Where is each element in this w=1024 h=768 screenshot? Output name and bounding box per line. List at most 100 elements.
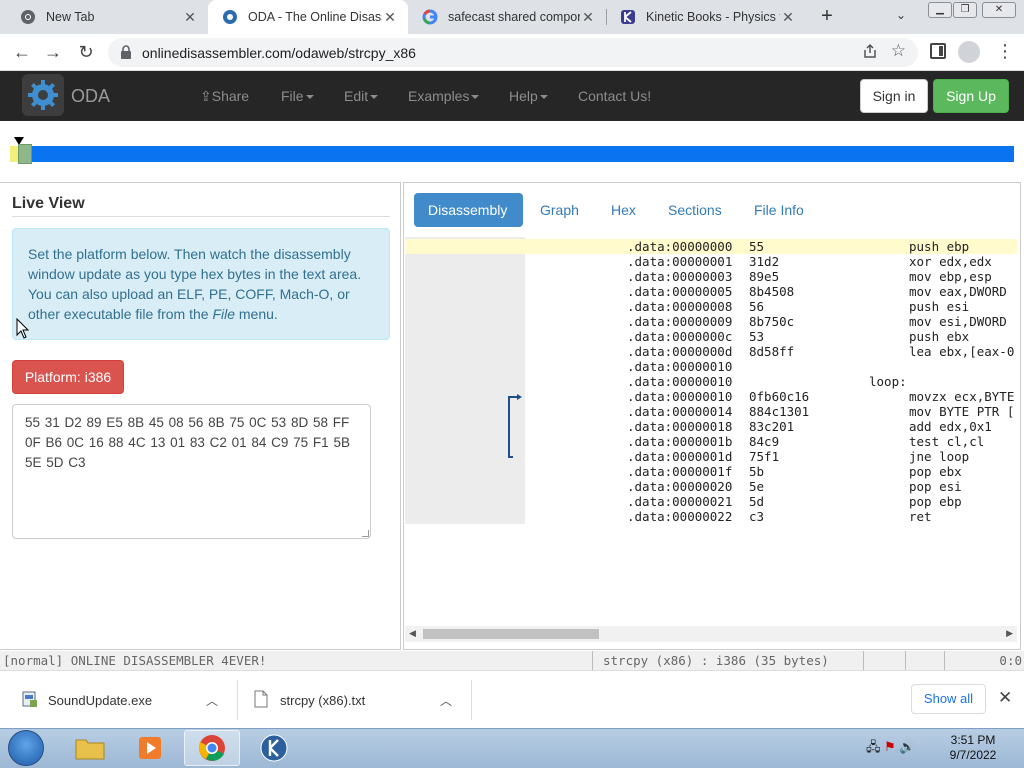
instruction-mnemonic: lea ebx,[eax-0 <box>909 344 1015 359</box>
oda-gear-icon <box>222 9 238 25</box>
disassembly-line[interactable]: .data:00000001 31d2 xor edx,edx <box>405 254 1017 269</box>
binary-position-bar[interactable] <box>10 146 1014 162</box>
close-icon[interactable]: ✕ <box>382 9 398 26</box>
scroll-right-arrow-icon[interactable]: ▶ <box>1006 628 1013 639</box>
action-center-flag-icon[interactable]: ⚑ <box>884 739 896 754</box>
hex-bytes-textarea[interactable]: 55 31 D2 89 E5 8B 45 08 56 8B 75 0C 53 8… <box>12 404 371 539</box>
oda-logo-gear-icon[interactable] <box>22 74 64 116</box>
system-clock[interactable]: 3:51 PM 9/7/2022 <box>940 733 1006 763</box>
caret-down-icon <box>471 95 480 100</box>
nav-contact-link[interactable]: Contact Us! <box>578 88 651 104</box>
share-icon[interactable] <box>862 43 878 62</box>
instruction-bytes: 53 <box>749 329 765 344</box>
instruction-address: .data:00000003 <box>627 269 733 284</box>
window-close-button[interactable]: ✕ <box>982 2 1016 18</box>
forward-arrow-icon[interactable]: → <box>43 42 63 62</box>
lock-icon[interactable] <box>120 45 132 62</box>
download-item-soundupdate[interactable]: SoundUpdate.exe <box>22 688 152 712</box>
sign-up-button[interactable]: Sign Up <box>933 79 1009 113</box>
nav-file-menu[interactable]: File <box>281 88 314 104</box>
windows-start-button[interactable] <box>8 730 44 766</box>
browser-tab-oda[interactable]: ODA - The Online Disasse ✕ <box>208 0 408 34</box>
disassembly-line[interactable]: .data:00000022 c3 ret <box>405 509 1017 524</box>
back-arrow-icon[interactable]: ← <box>12 42 32 62</box>
disassembly-line[interactable]: .data:00000008 56 push esi <box>405 299 1017 314</box>
profile-avatar-icon[interactable] <box>958 41 980 63</box>
nav-edit-menu[interactable]: Edit <box>344 88 379 104</box>
chrome-taskbar-icon[interactable] <box>184 730 240 766</box>
disassembly-line[interactable]: .data:00000010 <box>405 359 1017 374</box>
disassembly-line[interactable]: .data:00000005 8b4508 mov eax,DWORD <box>405 284 1017 299</box>
platform-button[interactable]: Platform: i386 <box>12 360 124 394</box>
disassembly-line[interactable]: .data:00000003 89e5 mov ebp,esp <box>405 269 1017 284</box>
browser-tab-safecast[interactable]: safecast shared compone ✕ <box>408 0 606 34</box>
download-filename: SoundUpdate.exe <box>48 692 153 708</box>
close-icon[interactable]: ✕ <box>780 9 796 26</box>
disassembly-line[interactable]: .data:00000010 loop: <box>405 374 1017 389</box>
browser-tab-kinetic[interactable]: Kinetic Books - Physics fo ✕ <box>606 0 806 34</box>
tab-sections[interactable]: Sections <box>654 193 736 227</box>
tab-graph[interactable]: Graph <box>526 193 593 227</box>
tab-hex[interactable]: Hex <box>597 193 650 227</box>
tab-disassembly[interactable]: Disassembly <box>414 193 523 227</box>
explorer-folder-icon[interactable] <box>62 730 118 766</box>
address-bar[interactable]: onlinedisassembler.com/odaweb/strcpy_x86… <box>108 38 918 67</box>
live-view-info-alert: Set the platform below. Then watch the d… <box>12 228 390 340</box>
media-player-icon[interactable] <box>122 730 178 766</box>
volume-icon[interactable]: 🔊 <box>899 739 915 754</box>
system-tray-icons[interactable]: 🖧 ⚑ 🔊 <box>866 738 916 760</box>
position-bar-cursor[interactable] <box>18 144 32 164</box>
disassembly-line[interactable]: .data:00000020 5e pop esi <box>405 479 1017 494</box>
disassembly-line[interactable]: .data:0000001b 84c9 test cl,cl <box>405 434 1017 449</box>
side-panel-icon[interactable] <box>930 43 946 59</box>
minimize-button[interactable]: ▁ <box>928 2 952 18</box>
horizontal-scrollbar[interactable]: ◀ ▶ <box>405 626 1017 642</box>
disassembly-line[interactable]: .data:00000021 5d pop ebp <box>405 494 1017 509</box>
scrollbar-thumb[interactable] <box>423 629 599 639</box>
sign-in-button[interactable]: Sign in <box>860 79 928 113</box>
instruction-address: .data:00000001 <box>627 254 733 269</box>
browser-tab-strip: New Tab ✕ ODA - The Online Disasse ✕ saf… <box>0 0 1024 34</box>
disassembly-line[interactable]: .data:0000000c 53 push ebx <box>405 329 1017 344</box>
close-downloads-icon[interactable]: ✕ <box>998 688 1012 708</box>
network-icon[interactable]: 🖧 <box>866 739 881 754</box>
new-tab-button[interactable]: + <box>816 6 838 28</box>
close-icon[interactable]: ✕ <box>182 9 198 26</box>
info-text-end: menu. <box>235 306 278 322</box>
disassembly-line[interactable]: .data:0000001d 75f1 jne loop <box>405 449 1017 464</box>
instruction-mnemonic: mov eax,DWORD <box>909 284 1007 299</box>
chevron-up-icon[interactable]: ︿ <box>440 692 452 709</box>
instruction-address: .data:0000001b <box>627 434 733 449</box>
menu-kebab-icon[interactable]: ⋮ <box>996 41 1014 62</box>
instruction-bytes: c3 <box>749 509 765 524</box>
restore-button[interactable]: ❐ <box>953 2 977 18</box>
oda-brand[interactable]: ODA <box>71 86 110 107</box>
disassembly-listing[interactable]: .data:00000000 55 push ebp .data:00000001 31… <box>405 237 1017 625</box>
disassembly-line[interactable]: .data:00000010 0fb60c16 movzx ecx,BYTE <box>405 389 1017 404</box>
disassembly-line[interactable]: .data:0000000d 8d58ff lea ebx,[eax-0 <box>405 344 1017 359</box>
bookmark-star-icon[interactable]: ☆ <box>891 41 906 61</box>
show-all-downloads-button[interactable]: Show all <box>911 684 986 714</box>
instruction-mnemonic: mov ebp,esp <box>909 269 992 284</box>
nav-examples-menu[interactable]: Examples <box>408 88 480 104</box>
instruction-address: .data:0000000d <box>627 344 733 359</box>
jump-arrow-icon <box>508 394 522 458</box>
close-icon[interactable]: ✕ <box>580 9 596 26</box>
resize-grip-icon[interactable] <box>362 530 369 537</box>
nav-share[interactable]: ⇪Share <box>200 88 249 105</box>
disassembly-line[interactable]: .data:00000000 55 push ebp <box>405 239 1017 254</box>
tab-file-info[interactable]: File Info <box>740 193 818 227</box>
chevron-up-icon[interactable]: ︿ <box>206 692 218 709</box>
disassembly-line[interactable]: .data:00000009 8b750c mov esi,DWORD <box>405 314 1017 329</box>
reload-icon[interactable]: ↻ <box>76 42 96 62</box>
scroll-left-arrow-icon[interactable]: ◀ <box>409 628 416 639</box>
instruction-address: .data:0000001d <box>627 449 733 464</box>
kinetic-books-taskbar-icon[interactable] <box>246 730 302 766</box>
browser-tab-new-tab[interactable]: New Tab ✕ <box>6 0 208 34</box>
download-item-strcpy[interactable]: strcpy (x86).txt <box>254 688 365 712</box>
chevron-down-icon[interactable]: ⌄ <box>896 8 906 22</box>
disassembly-line[interactable]: .data:0000001f 5b pop ebx <box>405 464 1017 479</box>
disassembly-line[interactable]: .data:00000018 83c201 add edx,0x1 <box>405 419 1017 434</box>
nav-help-menu[interactable]: Help <box>509 88 548 104</box>
disassembly-line[interactable]: .data:00000014 884c1301 mov BYTE PTR [ <box>405 404 1017 419</box>
